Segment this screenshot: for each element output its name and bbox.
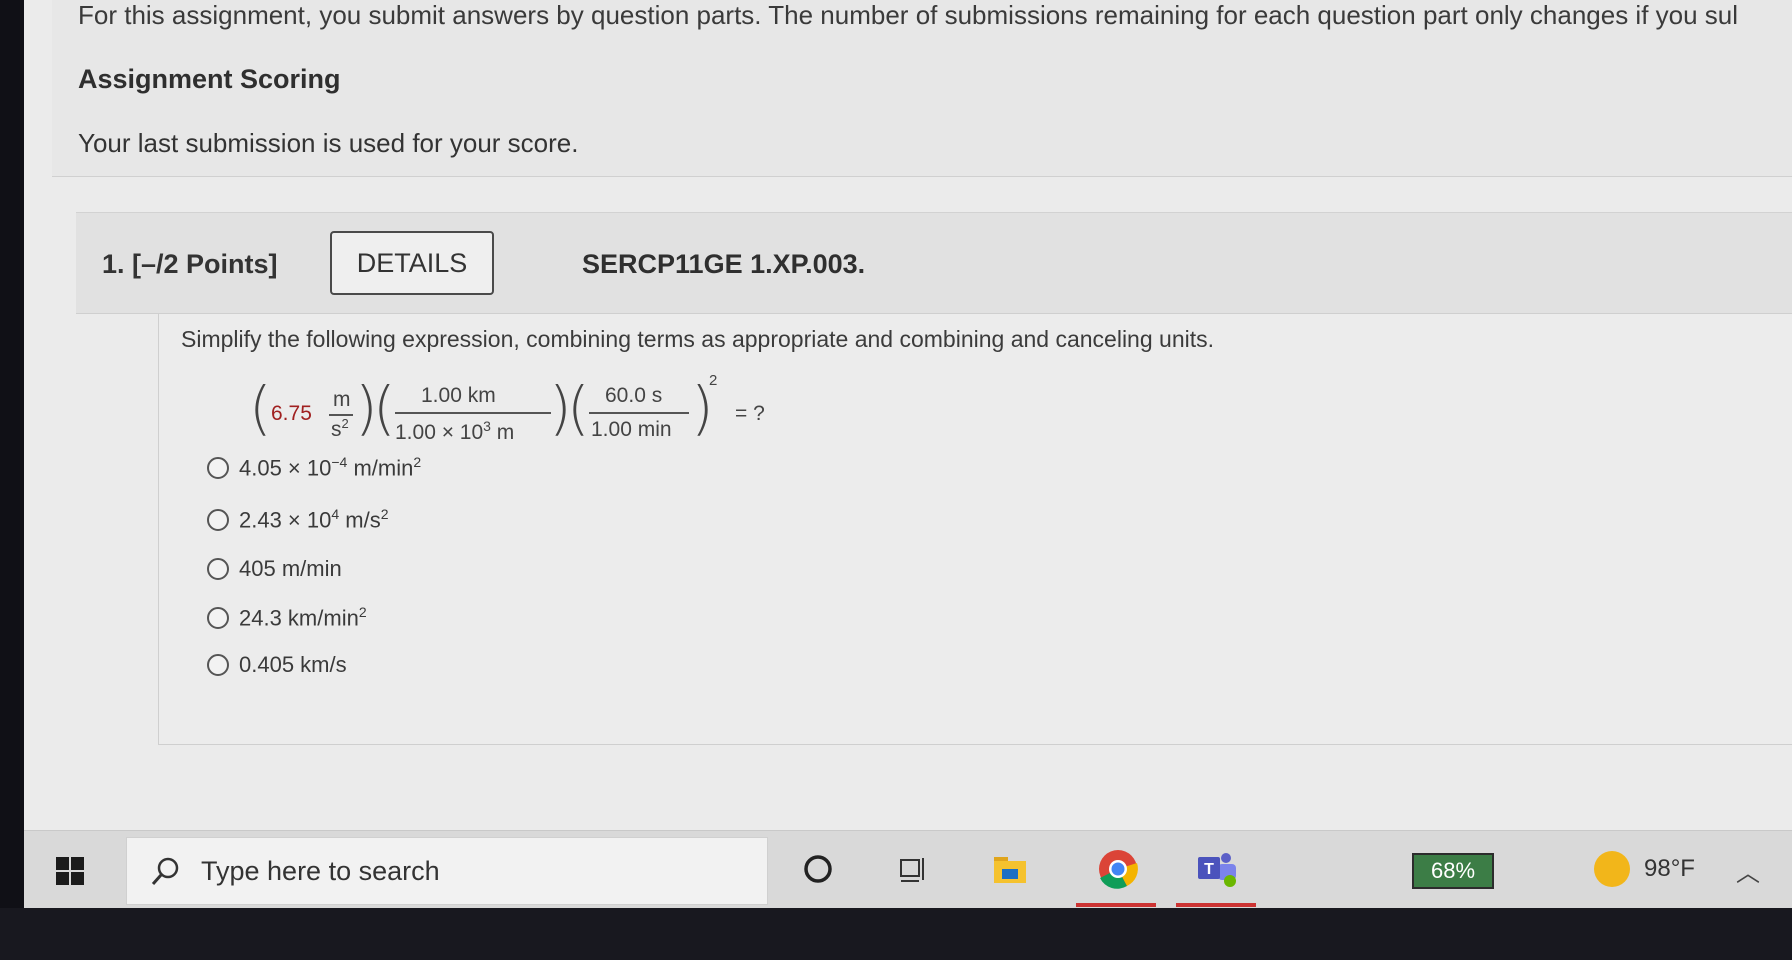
f3-numerator: 60.0 s [605,384,663,407]
equals-question: = ? [735,402,765,425]
question-header: 1. [–/2 Points] DETAILS SERCP11GE 1.XP.0… [76,212,1792,314]
scoring-heading: Assignment Scoring [78,64,341,94]
question-prompt: Simplify the following expression, combi… [181,326,1215,352]
option-unit: m/s [339,507,381,533]
cortana-icon[interactable] [794,845,842,893]
option-unit: m/min [347,455,414,481]
option-text: 405 m/min [239,556,342,581]
screen-bezel-left [0,0,24,960]
weather-icon[interactable] [1594,851,1630,887]
taskbar: Type here to search T 68% 98°F ︿ [24,830,1792,908]
task-view-icon[interactable] [890,845,938,893]
option-unit-exponent: 2 [358,604,367,620]
answer-option[interactable]: 24.3 km/min2 [207,604,367,631]
math-expression: ( 6.75 m s2 ) ( 1.00 km 1.00 × 103 m ) (… [249,372,809,452]
option-unit-exponent: 2 [413,454,422,470]
answer-option[interactable]: 2.43 × 104 m/s2 [207,506,389,533]
screen: For this assignment, you submit answers … [24,0,1792,908]
assignment-page: For this assignment, you submit answers … [24,0,1792,830]
search-placeholder: Type here to search [201,856,440,886]
option-unit-exponent: 2 [380,506,389,522]
chevron-up-icon[interactable]: ︿ [1736,853,1760,888]
option-exponent: −4 [331,454,348,470]
option-text: 0.405 km/s [239,652,347,677]
question-code: SERCP11GE 1.XP.003. [582,249,866,279]
taskbar-search-box[interactable]: Type here to search [126,837,768,905]
submission-info-text: For this assignment, you submit answers … [78,0,1739,30]
left-paren: ( [249,374,272,442]
f3-denominator: 1.00 min [591,418,672,441]
f2-numerator: 1.00 km [421,384,496,407]
radio-button[interactable] [207,654,229,676]
left-paren: ( [567,374,590,442]
f2-denominator-exponent: 3 [483,418,491,434]
svg-text:T: T [1204,861,1214,878]
answer-option[interactable]: 405 m/min [207,556,342,582]
details-button[interactable]: DETAILS [330,231,494,295]
file-explorer-icon[interactable] [986,845,1034,893]
chrome-icon[interactable] [1094,845,1142,893]
coefficient: 6.75 [271,402,312,425]
scoring-text: Your last submission is used for your sc… [78,128,579,158]
f2-denominator: 1.00 × 10 [395,421,484,444]
search-icon [151,857,179,885]
option-exponent: 4 [331,506,340,522]
answer-option[interactable]: 4.05 × 10−4 m/min2 [207,454,421,481]
power: 2 [709,372,718,389]
radio-button[interactable] [207,558,229,580]
temperature-text[interactable]: 98°F [1644,855,1695,883]
radio-button[interactable] [207,606,229,629]
assignment-intro: For this assignment, you submit answers … [52,0,1792,177]
question-body: Simplify the following expression, combi… [158,314,1792,745]
screen-bezel-bottom [0,908,1792,960]
option-text: 4.05 × 10 [239,455,332,481]
option-text: 2.43 × 10 [239,507,332,533]
answer-option[interactable]: 0.405 km/s [207,652,347,678]
left-paren: ( [373,374,396,442]
f2-denominator-unit: m [490,421,515,444]
unit-denominator: s2 [331,416,349,441]
battery-indicator[interactable]: 68% [1412,853,1494,889]
windows-start-icon[interactable] [56,857,84,885]
radio-button[interactable] [207,508,229,531]
unit-numerator: m [333,388,351,411]
radio-button[interactable] [207,456,229,479]
option-text: 24.3 km/min [239,605,359,631]
question-number: 1. [–/2 Points] [102,249,278,279]
teams-icon[interactable]: T [1194,845,1242,893]
